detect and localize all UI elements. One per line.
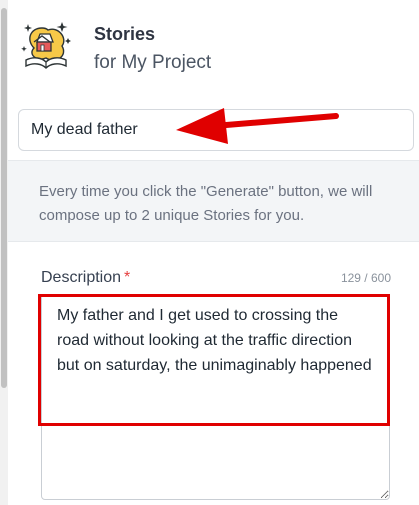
character-counter: 129 / 600 (340, 271, 391, 285)
annotation-arrow-icon (176, 108, 339, 144)
page-title: Stories (94, 24, 156, 44)
description-section: Description * 129 / 600 My father and I g… (8, 242, 419, 505)
book-storytelling-icon (21, 22, 71, 69)
generate-info-text: Every time you click the "Generate" butt… (39, 183, 373, 224)
page-subtitle: for My Project (94, 52, 212, 73)
scrollbar-thumb[interactable] (1, 8, 7, 388)
scrollbar-track[interactable] (0, 0, 8, 505)
generate-info-box: Every time you click the "Generate" butt… (8, 160, 419, 242)
description-textarea[interactable]: My father and I get used to crossing the… (41, 294, 390, 500)
description-label-text: Description (41, 269, 122, 286)
page-header: Stories for My Project (8, 0, 419, 96)
required-indicator: * (124, 269, 131, 286)
description-label: Description * (41, 269, 130, 287)
